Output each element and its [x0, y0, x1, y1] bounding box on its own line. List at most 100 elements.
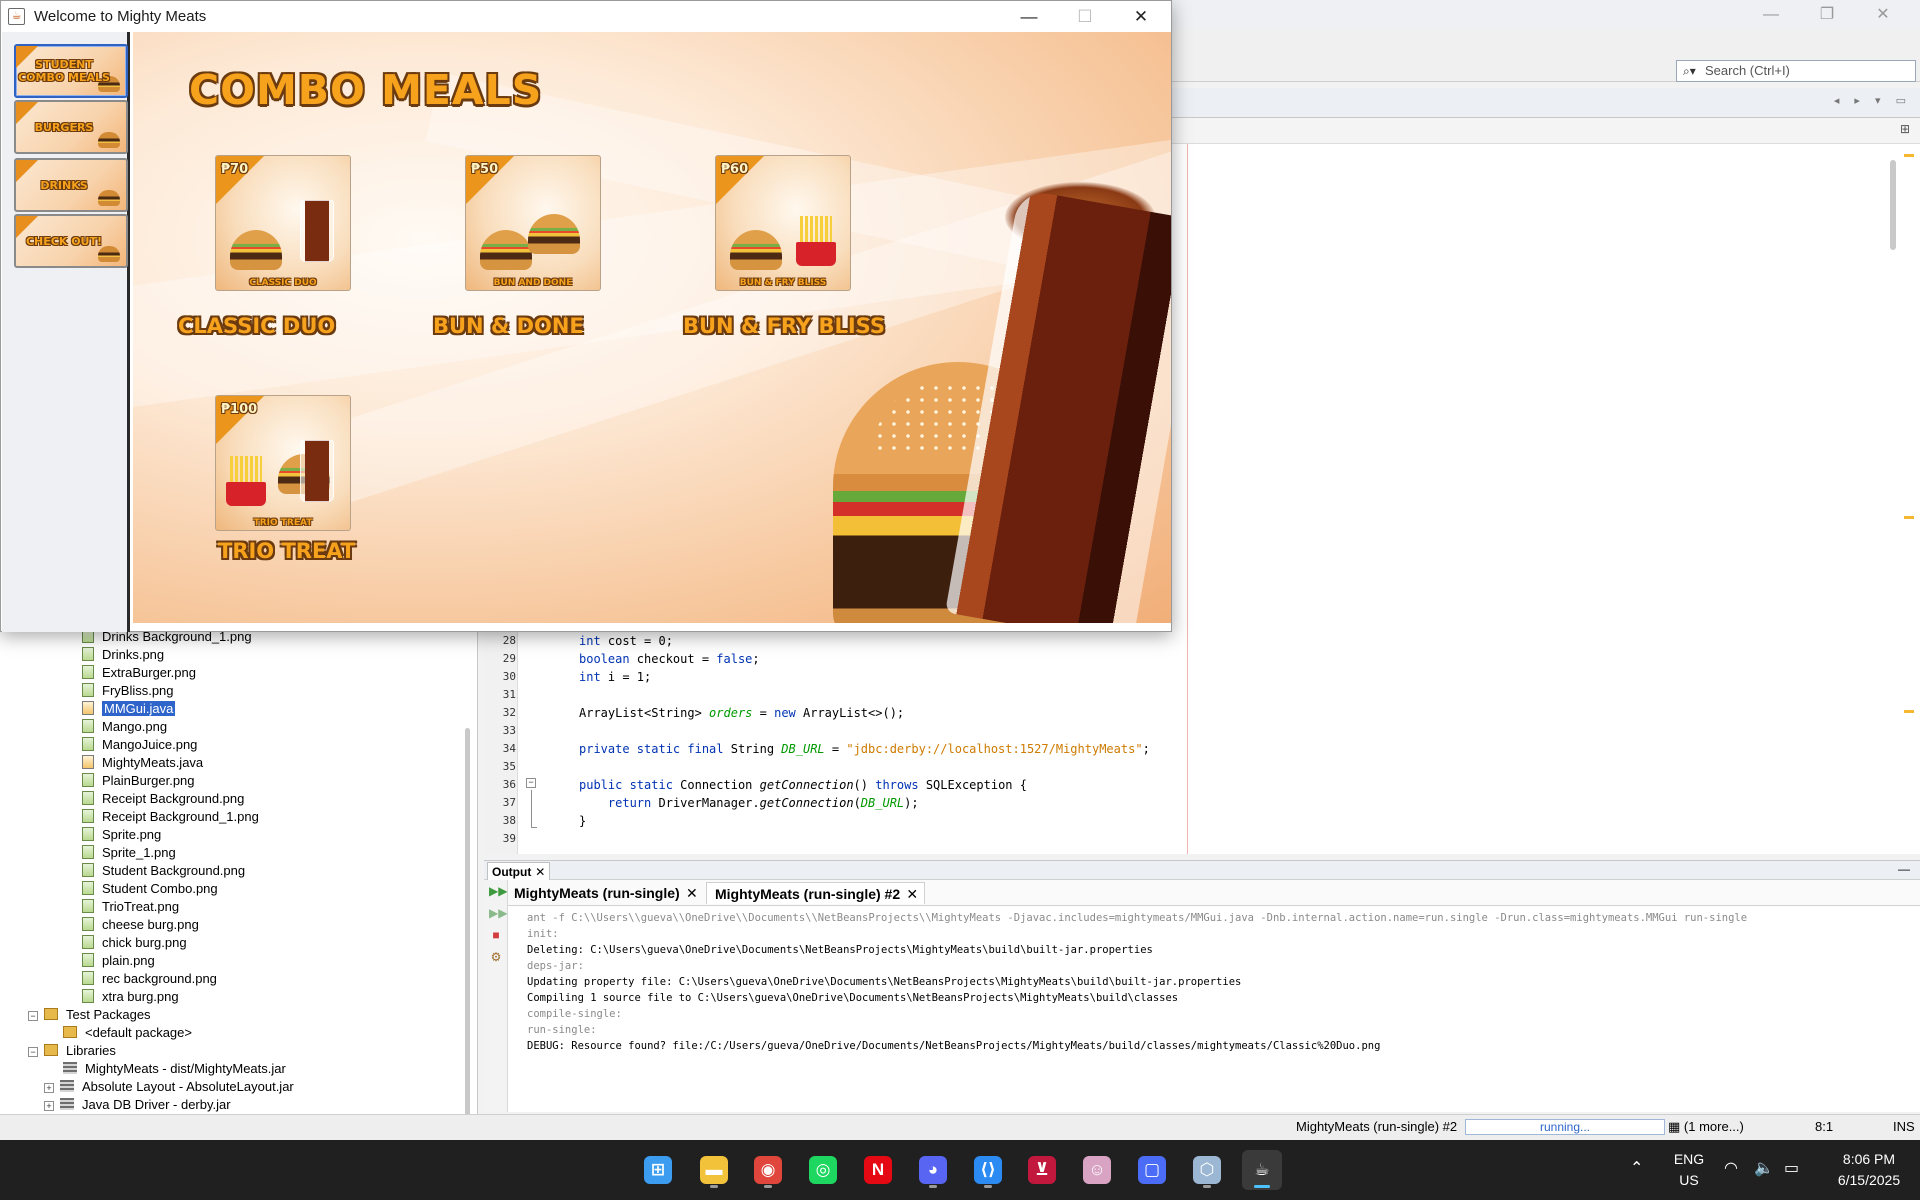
split-editor-icon[interactable]: ⊞ — [1900, 122, 1910, 136]
tree-item[interactable]: Mango.png — [82, 718, 167, 736]
volume-icon[interactable]: 🔈 — [1754, 1158, 1774, 1178]
language-indicator[interactable]: ENG US — [1672, 1149, 1706, 1191]
tree-item[interactable]: Receipt Background.png — [82, 790, 244, 808]
collapse-icon[interactable]: − — [28, 1047, 38, 1057]
meal-name[interactable]: BUN & DONE — [433, 314, 584, 338]
output-panel-tab[interactable]: Output ✕ — [487, 862, 551, 881]
spotify-icon[interactable]: ◎ — [803, 1150, 843, 1190]
meal-card-bun-fry-bliss[interactable]: ₱60 BUN & FRY BLISS — [715, 155, 851, 291]
meal-card-classic-duo[interactable]: ₱70 CLASSIC DUO — [215, 155, 351, 291]
rerun-with-params-icon[interactable]: ▶▶ — [489, 906, 507, 920]
ide-search-input[interactable]: ⌕▾ Search (Ctrl+I) — [1676, 60, 1916, 82]
code-line[interactable]: return DriverManager.getConnection(DB_UR… — [579, 794, 919, 812]
chrome-icon[interactable]: ◉ — [748, 1150, 788, 1190]
output-tab-run-single-2[interactable]: MightyMeats (run-single) #2 ✕ — [706, 882, 926, 905]
tree-item[interactable]: Receipt Background_1.png — [82, 808, 259, 826]
tree-item[interactable]: MMGui.java — [82, 700, 176, 718]
close-icon[interactable]: ✕ — [1113, 1, 1169, 32]
show-hidden-icons-icon[interactable]: ⌃ — [1630, 1158, 1643, 1178]
tree-item[interactable]: ExtraBurger.png — [82, 664, 196, 682]
code-fold-icon[interactable]: − — [526, 778, 536, 788]
tree-item[interactable]: − Libraries — [28, 1042, 116, 1060]
vscode-icon[interactable]: ⟨⟩ — [968, 1150, 1008, 1190]
annotation-mark[interactable] — [1904, 154, 1914, 157]
code-line[interactable]: int cost = 0; — [579, 632, 673, 650]
code-line[interactable]: private static final String DB_URL = "jd… — [579, 740, 1150, 758]
tree-item-label: Sprite.png — [102, 827, 162, 842]
running-task-label[interactable]: MightyMeats (run-single) #2 — [1296, 1115, 1457, 1139]
wifi-icon[interactable]: ◠ — [1724, 1158, 1738, 1178]
tree-item[interactable]: Student Combo.png — [82, 880, 218, 898]
close-icon[interactable]: ✕ — [906, 883, 918, 905]
sidebar-button-drinks[interactable]: DRINKS — [14, 158, 128, 212]
code-line[interactable]: public static Connection getConnection()… — [579, 776, 1027, 794]
annotation-mark[interactable] — [1904, 516, 1914, 519]
ide-minimize-icon[interactable]: — — [1748, 2, 1794, 28]
meal-name[interactable]: BUN & FRY BLISS — [683, 314, 885, 338]
sidebar-button-burgers[interactable]: BURGERS — [14, 100, 128, 154]
more-tasks-link[interactable]: ▦ (1 more...) — [1668, 1115, 1744, 1139]
collapse-icon[interactable]: − — [28, 1011, 38, 1021]
tree-item[interactable]: cheese burg.png — [82, 916, 199, 934]
projects-scrollbar[interactable] — [465, 728, 470, 1138]
clock[interactable]: 8:06 PM 6/15/2025 — [1826, 1149, 1912, 1191]
tree-item[interactable]: TrioTreat.png — [82, 898, 179, 916]
code-line[interactable]: boolean checkout = false; — [579, 650, 760, 668]
minimize-panel-icon[interactable]: — — [1898, 862, 1910, 876]
stop-icon[interactable]: ■ — [489, 928, 503, 942]
meal-name[interactable]: CLASSIC DUO — [178, 314, 335, 338]
output-tab-run-single[interactable]: MightyMeats (run-single) ✕ — [506, 882, 704, 904]
battery-icon[interactable]: ▭ — [1784, 1158, 1799, 1178]
expand-icon[interactable]: + — [44, 1083, 54, 1093]
sidebar-button-check-out[interactable]: CHECK OUT! — [14, 214, 128, 268]
expand-icon[interactable]: + — [44, 1101, 54, 1111]
roblox-icon[interactable]: ▢ — [1132, 1150, 1172, 1190]
tree-item[interactable]: MightyMeats - dist/MightyMeats.jar — [63, 1060, 286, 1078]
tree-item[interactable]: FryBliss.png — [82, 682, 174, 700]
minimize-icon[interactable]: — — [1001, 1, 1057, 32]
editor-tab-nav[interactable]: ◂ ▸ ▾ ▭ — [1834, 94, 1912, 107]
close-icon[interactable]: ✕ — [535, 863, 545, 881]
tree-item[interactable]: plain.png — [82, 952, 155, 970]
code-line[interactable]: ArrayList<String> orders = new ArrayList… — [579, 704, 904, 722]
close-icon[interactable]: ✕ — [686, 882, 698, 904]
tree-item[interactable]: Drinks.png — [82, 646, 164, 664]
tree-item[interactable]: rec background.png — [82, 970, 217, 988]
annotation-mark[interactable] — [1904, 710, 1914, 713]
netflix-icon[interactable]: N — [858, 1150, 898, 1190]
java-icon[interactable]: ☕ — [1242, 1150, 1282, 1190]
app-icon[interactable]: ⊻ — [1022, 1150, 1062, 1190]
app-titlebar[interactable]: ☕ Welcome to Mighty Meats — ☐ ✕ — [1, 1, 1171, 32]
sidebar-button-student-combo-meals[interactable]: STUDENT COMBO MEALS — [14, 44, 128, 98]
tree-item[interactable]: xtra burg.png — [82, 988, 179, 1006]
discord-icon[interactable]: ◕ — [913, 1150, 953, 1190]
tree-item[interactable]: Sprite.png — [82, 826, 161, 844]
file-explorer-icon[interactable]: ▬ — [694, 1150, 734, 1190]
tree-item[interactable]: − Test Packages — [28, 1006, 151, 1024]
tree-item[interactable]: <default package> — [63, 1024, 192, 1042]
start-icon[interactable]: ⊞ — [638, 1150, 678, 1190]
progress-bar[interactable]: running... — [1465, 1119, 1665, 1135]
virtualbox-icon[interactable]: ⬡ — [1187, 1150, 1227, 1190]
meal-card-trio-treat[interactable]: ₱100 TRIO TREAT — [215, 395, 351, 531]
tree-item[interactable]: Student Background.png — [82, 862, 245, 880]
tree-item[interactable]: PlainBurger.png — [82, 772, 195, 790]
rerun-icon[interactable]: ▶▶ — [489, 884, 507, 898]
tree-item[interactable]: chick burg.png — [82, 934, 187, 952]
editor-scrollbar[interactable] — [1890, 160, 1896, 250]
output-console[interactable]: ant -f C:\\Users\\gueva\\OneDrive\\Docum… — [508, 906, 1920, 1112]
avatar-app-icon[interactable]: ☺ — [1077, 1150, 1117, 1190]
code-line[interactable]: int i = 1; — [579, 668, 651, 686]
code-line[interactable]: } — [579, 812, 586, 830]
tree-item[interactable]: MightyMeats.java — [82, 754, 203, 772]
tree-item[interactable]: MangoJuice.png — [82, 736, 197, 754]
meal-name[interactable]: TRIO TREAT — [218, 539, 355, 563]
tree-item[interactable]: + Absolute Layout - AbsoluteLayout.jar — [44, 1078, 294, 1096]
meal-card-bun-done[interactable]: ₱50 BUN AND DONE — [465, 155, 601, 291]
ide-close-icon[interactable]: ✕ — [1860, 2, 1906, 28]
ide-restore-icon[interactable]: ❐ — [1804, 2, 1850, 28]
tree-item-label: TrioTreat.png — [102, 899, 180, 914]
settings-icon[interactable]: ⚙ — [489, 950, 503, 964]
tree-item[interactable]: Sprite_1.png — [82, 844, 176, 862]
tree-item[interactable]: + Java DB Driver - derby.jar — [44, 1096, 231, 1114]
